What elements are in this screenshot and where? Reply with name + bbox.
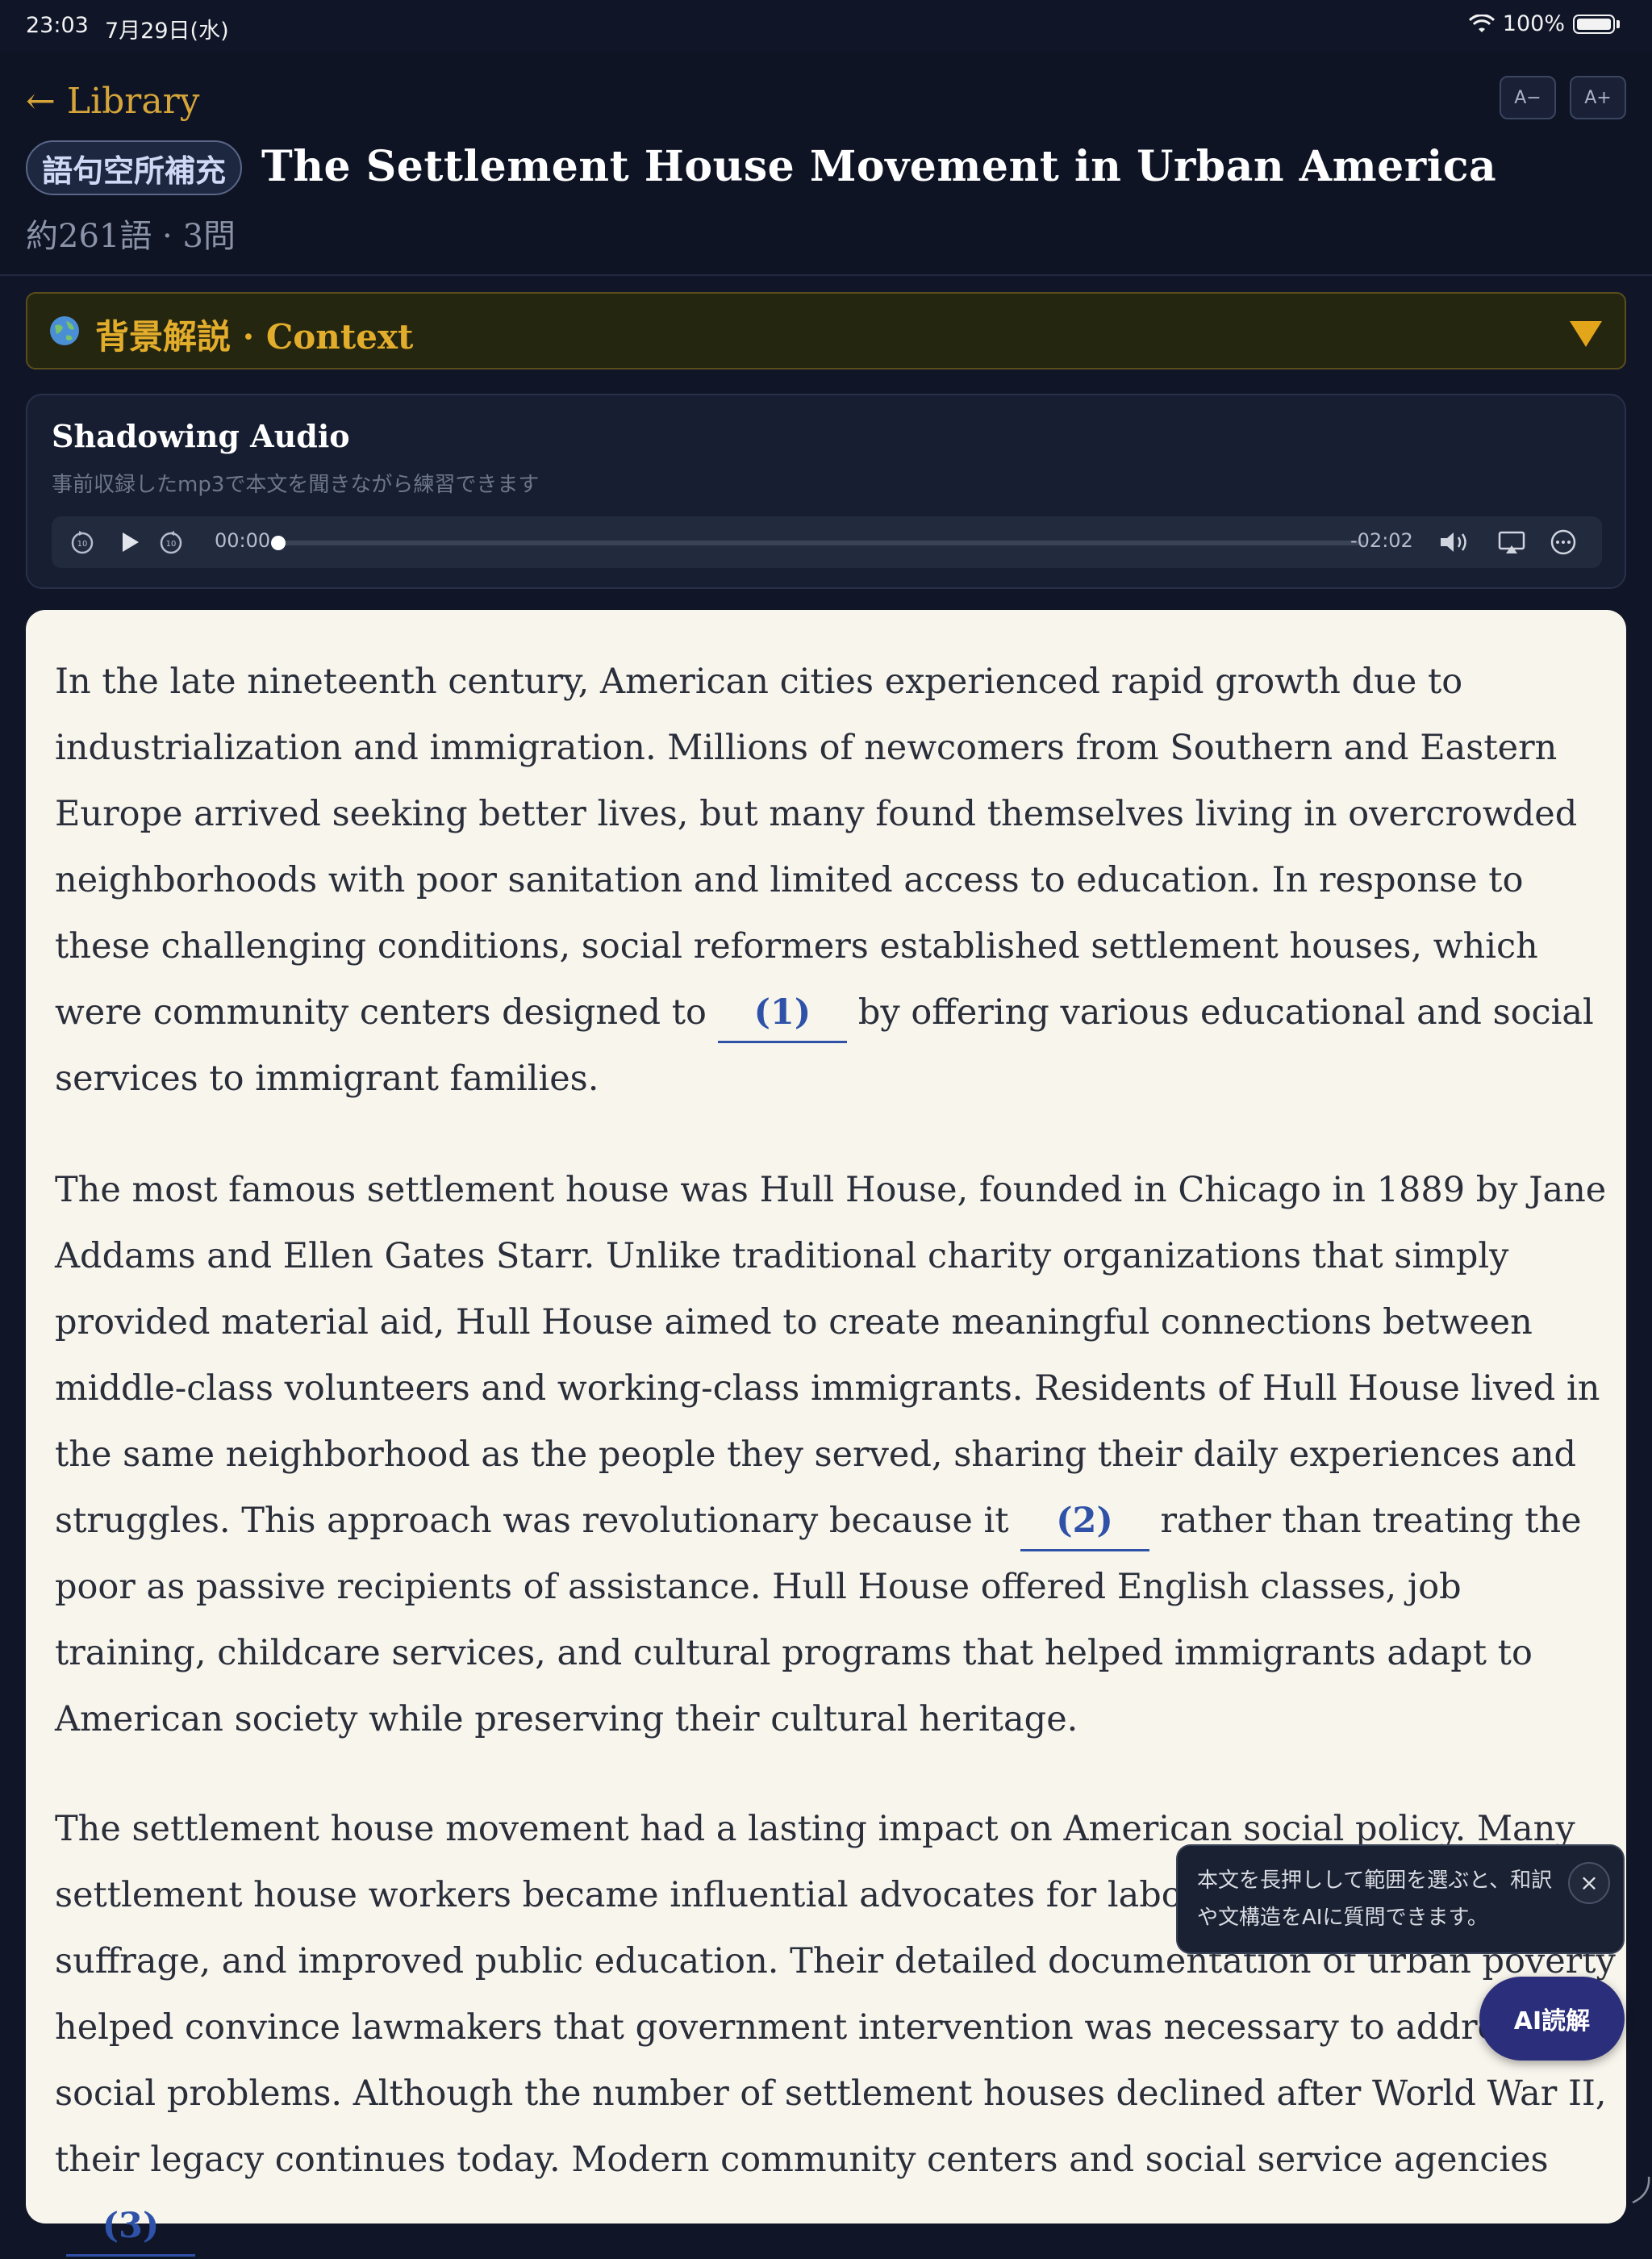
volume-icon[interactable] bbox=[1437, 528, 1476, 557]
paragraph-2: The most famous settlement house was Hul… bbox=[55, 1157, 1620, 1752]
rewind-10-icon[interactable]: 10 bbox=[68, 528, 97, 557]
paragraph-1-text-a: In the late nineteenth century, American… bbox=[55, 662, 1578, 1033]
more-options-icon[interactable] bbox=[1549, 528, 1578, 557]
wifi-icon bbox=[1468, 14, 1495, 32]
play-icon[interactable] bbox=[115, 528, 144, 557]
tooltip-text: 本文を長押しして範囲を選ぶと、和訳や文構造をAIに質問できます。 bbox=[1197, 1869, 1553, 1930]
audio-title: Shadowing Audio bbox=[52, 418, 350, 454]
audio-player: 10 10 00:00 -02:02 bbox=[52, 516, 1602, 568]
battery-percent: 100% bbox=[1502, 11, 1565, 36]
header: ← Library A− A+ 語句空所補充 The Settlement Ho… bbox=[0, 52, 1652, 276]
status-date: 7月29日(水) bbox=[105, 19, 229, 44]
font-decrease-button[interactable]: A− bbox=[1500, 76, 1556, 119]
battery-tip bbox=[1617, 19, 1620, 28]
status-time: 23:03 bbox=[26, 13, 89, 38]
context-toggle[interactable]: 背景解説 · Context bbox=[26, 292, 1626, 370]
resize-handle-icon bbox=[1632, 2176, 1650, 2204]
forward-10-icon[interactable]: 10 bbox=[156, 528, 186, 557]
progress-knob[interactable] bbox=[271, 536, 286, 550]
globe-icon bbox=[50, 316, 79, 345]
paragraph-2-text-a: The most famous settlement house was Hul… bbox=[55, 1170, 1607, 1541]
audio-subtitle: 事前収録したmp3で本文を聞きながら練習できます bbox=[52, 473, 540, 497]
shadowing-audio-card: Shadowing Audio 事前収録したmp3で本文を聞きながら練習できます… bbox=[26, 394, 1626, 589]
passage-meta: 約261語 · 3問 bbox=[26, 218, 236, 255]
ai-reading-button[interactable]: AI読解 bbox=[1479, 1977, 1625, 2061]
expand-triangle-icon bbox=[1570, 321, 1602, 347]
svg-text:10: 10 bbox=[166, 540, 177, 549]
status-bar: 23:03 7月29日(水) 100% bbox=[0, 0, 1652, 52]
tooltip-close-button[interactable]: × bbox=[1568, 1862, 1610, 1904]
context-label: 背景解説 · Context bbox=[95, 317, 414, 357]
current-time: 00:00 bbox=[215, 529, 271, 552]
question-type-badge: 語句空所補充 bbox=[26, 140, 243, 195]
page-title: The Settlement House Movement in Urban A… bbox=[261, 142, 1497, 191]
paragraph-1: In the late nineteenth century, American… bbox=[55, 649, 1620, 1112]
font-increase-button[interactable]: A+ bbox=[1570, 76, 1626, 119]
ai-hint-tooltip: 本文を長押しして範囲を選ぶと、和訳や文構造をAIに質問できます。 × bbox=[1176, 1844, 1625, 1954]
svg-text:10: 10 bbox=[77, 540, 88, 549]
remaining-time: -02:02 bbox=[1350, 529, 1413, 552]
airplay-icon[interactable] bbox=[1497, 528, 1526, 557]
blank-3[interactable]: (3) bbox=[66, 2198, 195, 2257]
status-right: 100% bbox=[1468, 11, 1620, 36]
back-to-library-link[interactable]: ← Library bbox=[26, 81, 199, 122]
progress-track[interactable] bbox=[276, 541, 1365, 545]
passage-card: In the late nineteenth century, American… bbox=[26, 610, 1626, 2257]
battery-icon bbox=[1573, 14, 1615, 34]
blank-1[interactable]: (1) bbox=[717, 984, 847, 1043]
blank-2[interactable]: (2) bbox=[1020, 1493, 1149, 1551]
